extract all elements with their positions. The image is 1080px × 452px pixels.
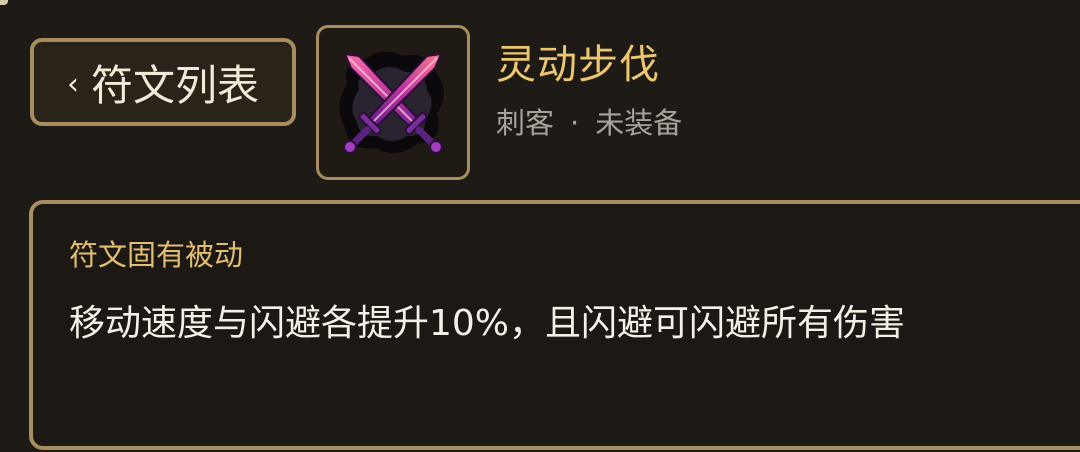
separator-dot: ·: [570, 106, 580, 140]
passive-description-panel: 符文固有被动 移动速度与闪避各提升10%，且闪避可闪避所有伤害: [29, 200, 1080, 450]
rune-icon-frame: [316, 25, 470, 180]
rune-title: 灵动步伐: [496, 42, 660, 88]
back-to-rune-list-button[interactable]: ‹ 符文列表: [30, 38, 296, 126]
rune-detail-screen: ‹ 符文列表 灵动步伐 刺客 · 未装备 符文固有被动 移动速度与闪避各提升10…: [0, 0, 1080, 452]
passive-label: 符文固有被动: [69, 238, 244, 272]
rune-class: 刺客: [496, 106, 555, 140]
chevron-left-icon: ‹: [66, 66, 79, 102]
equip-status: 未装备: [595, 106, 683, 140]
rune-meta: 刺客 · 未装备: [496, 100, 682, 142]
passive-description: 移动速度与闪避各提升10%，且闪避可闪避所有伤害: [69, 303, 906, 344]
back-button-label: 符文列表: [90, 60, 259, 110]
crossed-swords-icon: [339, 50, 444, 154]
corner-decoration: [0, 0, 8, 5]
